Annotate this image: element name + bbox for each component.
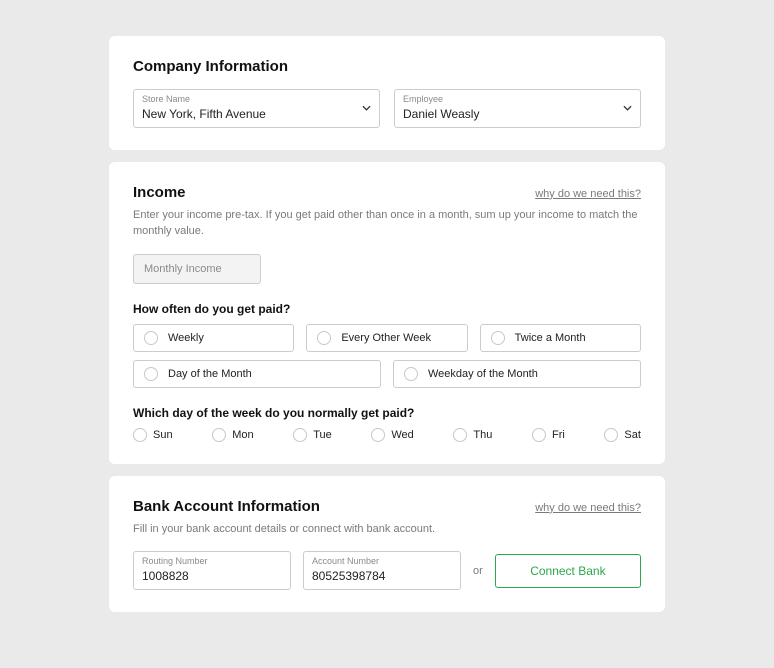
chevron-down-icon <box>623 104 632 113</box>
freq-option-every-other-week[interactable]: Every Other Week <box>306 324 467 352</box>
radio-icon <box>604 428 618 442</box>
store-name-select[interactable]: Store Name New York, Fifth Avenue <box>133 89 380 128</box>
radio-icon <box>453 428 467 442</box>
radio-icon <box>144 331 158 345</box>
bank-header: Bank Account Information why do we need … <box>133 498 641 515</box>
freq-label: Day of the Month <box>168 368 252 380</box>
account-label: Account Number <box>312 556 452 567</box>
or-text: or <box>473 565 483 577</box>
freq-label: Twice a Month <box>515 332 586 344</box>
bank-row: Routing Number 1008828 Account Number 80… <box>133 551 641 590</box>
radio-icon <box>371 428 385 442</box>
income-card: Income why do we need this? Enter your i… <box>109 162 665 464</box>
radio-icon <box>532 428 546 442</box>
pay-frequency-question: How often do you get paid? <box>133 302 641 316</box>
freq-option-day-of-month[interactable]: Day of the Month <box>133 360 381 388</box>
day-label: Tue <box>313 429 332 441</box>
account-value: 80525398784 <box>312 569 385 583</box>
company-info-title: Company Information <box>133 58 641 75</box>
day-label: Wed <box>391 429 413 441</box>
monthly-income-input[interactable]: Monthly Income <box>133 254 261 284</box>
employee-label: Employee <box>403 94 632 105</box>
connect-bank-button[interactable]: Connect Bank <box>495 554 641 588</box>
store-name-value: New York, Fifth Avenue <box>142 107 266 121</box>
freq-option-weekly[interactable]: Weekly <box>133 324 294 352</box>
chevron-down-icon <box>362 104 371 113</box>
radio-icon <box>212 428 226 442</box>
day-option-sat[interactable]: Sat <box>604 428 641 442</box>
freq-option-twice-a-month[interactable]: Twice a Month <box>480 324 641 352</box>
radio-icon <box>133 428 147 442</box>
radio-icon <box>293 428 307 442</box>
employee-value: Daniel Weasly <box>403 107 479 121</box>
freq-option-weekday-of-month[interactable]: Weekday of the Month <box>393 360 641 388</box>
day-option-sun[interactable]: Sun <box>133 428 173 442</box>
day-label: Sun <box>153 429 173 441</box>
radio-icon <box>404 367 418 381</box>
bank-help-link[interactable]: why do we need this? <box>535 502 641 514</box>
store-name-label: Store Name <box>142 94 371 105</box>
freq-row-2: Day of the Month Weekday of the Month <box>133 360 641 388</box>
routing-number-input[interactable]: Routing Number 1008828 <box>133 551 291 590</box>
bank-info-card: Bank Account Information why do we need … <box>109 476 665 612</box>
income-title: Income <box>133 184 186 201</box>
day-option-tue[interactable]: Tue <box>293 428 332 442</box>
income-help-link[interactable]: why do we need this? <box>535 188 641 200</box>
day-label: Thu <box>473 429 492 441</box>
radio-icon <box>491 331 505 345</box>
radio-icon <box>144 367 158 381</box>
income-description: Enter your income pre-tax. If you get pa… <box>133 207 641 240</box>
day-option-fri[interactable]: Fri <box>532 428 565 442</box>
freq-label: Every Other Week <box>341 332 431 344</box>
freq-row-1: Weekly Every Other Week Twice a Month <box>133 324 641 352</box>
bank-title: Bank Account Information <box>133 498 320 515</box>
income-header: Income why do we need this? <box>133 184 641 201</box>
day-option-wed[interactable]: Wed <box>371 428 413 442</box>
routing-value: 1008828 <box>142 569 189 583</box>
radio-icon <box>317 331 331 345</box>
routing-label: Routing Number <box>142 556 282 567</box>
day-row: Sun Mon Tue Wed Thu Fri Sat <box>133 428 641 442</box>
day-label: Fri <box>552 429 565 441</box>
company-fields-row: Store Name New York, Fifth Avenue Employ… <box>133 89 641 128</box>
employee-select[interactable]: Employee Daniel Weasly <box>394 89 641 128</box>
freq-label: Weekday of the Month <box>428 368 538 380</box>
day-label: Mon <box>232 429 253 441</box>
account-number-input[interactable]: Account Number 80525398784 <box>303 551 461 590</box>
day-option-thu[interactable]: Thu <box>453 428 492 442</box>
company-info-card: Company Information Store Name New York,… <box>109 36 665 150</box>
day-option-mon[interactable]: Mon <box>212 428 253 442</box>
pay-day-question: Which day of the week do you normally ge… <box>133 406 641 420</box>
day-label: Sat <box>624 429 641 441</box>
bank-description: Fill in your bank account details or con… <box>133 521 641 538</box>
freq-label: Weekly <box>168 332 204 344</box>
